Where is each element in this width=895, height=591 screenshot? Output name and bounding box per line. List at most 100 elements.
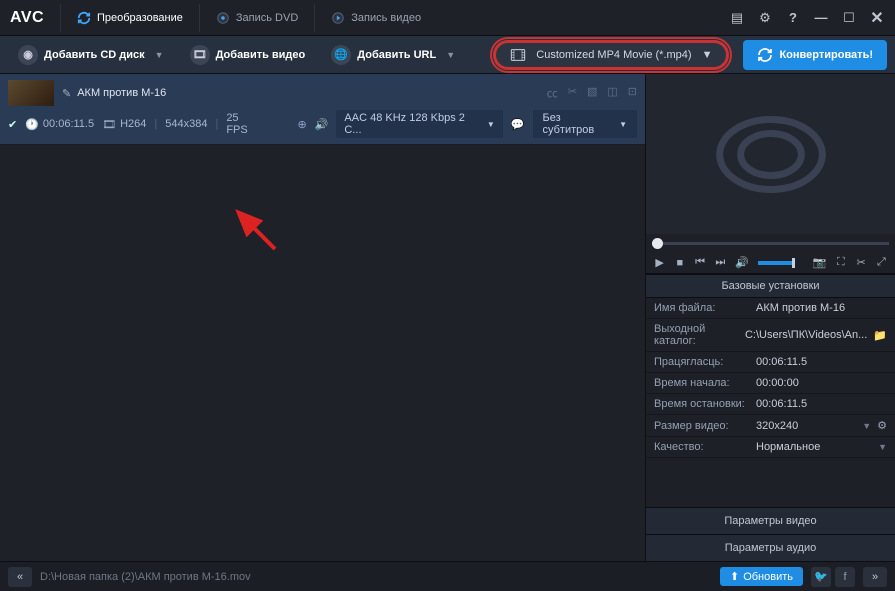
setting-start: Время начала: 00:00:00 <box>646 373 895 394</box>
title-text: АКМ против М-16 <box>77 87 166 99</box>
fullscreen-icon[interactable]: ⛶ <box>835 256 846 269</box>
collapse-left-icon[interactable]: « <box>8 567 32 587</box>
tab-convert[interactable]: Преобразование <box>60 4 199 32</box>
subtitle-label: Без субтитров <box>543 112 614 136</box>
speaker-icon: 🔊 <box>315 118 329 131</box>
play-icon[interactable]: ▶ <box>654 256 665 269</box>
setting-duration: Працягласць: 00:06:11.5 <box>646 352 895 373</box>
minimize-icon[interactable]: — <box>813 10 829 25</box>
seek-knob[interactable] <box>652 238 663 249</box>
sidebar: ▶ ■ ⏮ ⏭ 🔊 📷 ⛶ ✂ ⤢ Базовые установки Имя … <box>645 74 895 561</box>
chat-icon: 💬 <box>511 118 525 131</box>
cut-icon[interactable]: ✂ <box>568 85 577 101</box>
globe-plus-icon: 🌐 <box>331 45 351 65</box>
maximize-icon[interactable]: ☐ <box>841 10 857 26</box>
tab-label: Запись DVD <box>236 12 298 24</box>
help-icon[interactable]: ? <box>785 10 801 25</box>
gear-icon[interactable]: ⚙ <box>757 10 773 26</box>
prev-icon[interactable]: ⏮ <box>694 256 705 269</box>
facebook-icon[interactable]: f <box>835 567 855 587</box>
format-label: Customized MP4 Movie (*.mp4) <box>536 49 691 61</box>
file-item-header: ✎ АКМ против М-16 ㏄ ✂ ▧ ◫ ⊡ <box>8 80 637 106</box>
twitter-icon[interactable]: 🐦 <box>811 567 831 587</box>
play-circle-icon <box>331 11 345 25</box>
crop-icon[interactable]: ◫ <box>607 85 617 101</box>
refresh-icon <box>77 11 91 25</box>
chevron-down-icon[interactable]: ▼ <box>862 421 871 431</box>
subtitle-icon[interactable]: ㏄ <box>547 85 558 101</box>
chevron-down-icon: ▼ <box>619 120 627 129</box>
settings-header: Базовые установки <box>646 274 895 298</box>
snapshot-icon[interactable]: 📷 <box>813 256 827 269</box>
vcodec-pill: 🎞 H264 <box>102 118 146 131</box>
file-title: ✎ АКМ против М-16 <box>62 87 166 100</box>
titlebar: AVC Преобразование Запись DVD Запись вид… <box>0 0 895 36</box>
cut-icon[interactable]: ✂ <box>856 256 867 269</box>
folder-icon[interactable]: 📁 <box>873 329 887 342</box>
tab-label: Запись видео <box>351 12 421 24</box>
output-format-selector[interactable]: Customized MP4 Movie (*.mp4) ▼ <box>493 40 729 70</box>
target-icon[interactable]: ⊕ <box>297 118 306 131</box>
stop-icon[interactable]: ■ <box>674 257 685 269</box>
cd-plus-icon: ◉ <box>18 45 38 65</box>
tab-capture[interactable]: Запись видео <box>314 4 437 32</box>
seek-bar[interactable] <box>646 234 895 252</box>
titlebar-controls: ▤ ⚙ ? — ☐ ✕ <box>729 8 885 28</box>
volume-icon[interactable]: 🔊 <box>735 256 749 269</box>
annotation-arrow <box>230 204 280 254</box>
next-icon[interactable]: ⏭ <box>715 256 726 269</box>
audio-track-selector[interactable]: AAC 48 KHz 128 Kbps 2 C... ▼ <box>336 110 502 138</box>
video-thumbnail <box>8 80 54 106</box>
file-list-panel: ✎ АКМ против М-16 ㏄ ✂ ▧ ◫ ⊡ ✔ 🕐 00:06:11… <box>0 74 645 561</box>
social-buttons: 🐦 f <box>811 567 855 587</box>
volume-slider[interactable] <box>758 261 795 265</box>
chevron-down-icon: ▼ <box>155 50 164 60</box>
tab-dvd[interactable]: Запись DVD <box>199 4 314 32</box>
tab-label: Преобразование <box>97 12 183 24</box>
watermark-icon[interactable]: ⊡ <box>628 85 637 101</box>
app-logo: AVC <box>10 9 60 27</box>
update-button[interactable]: ⬆ Обновить <box>720 567 803 586</box>
setting-stop: Время остановки: 00:06:11.5 <box>646 394 895 415</box>
gear-icon[interactable]: ⚙ <box>877 419 887 432</box>
film-icon <box>510 48 526 62</box>
btn-label: Добавить видео <box>216 49 306 61</box>
add-url-button[interactable]: 🌐 Добавить URL ▼ <box>321 39 465 71</box>
menu-icon[interactable]: ▤ <box>729 10 745 26</box>
toolbar: ◉ Добавить CD диск ▼ 🎞 Добавить видео 🌐 … <box>0 36 895 74</box>
collapse-right-icon[interactable]: » <box>863 567 887 587</box>
convert-icon <box>757 47 773 63</box>
setting-output: Выходной каталог: C:\Users\ПК\Videos\An.… <box>646 319 895 352</box>
fps-pill: 25 FPS <box>226 112 262 136</box>
convert-button[interactable]: Конвертировать! <box>743 40 887 70</box>
chevron-down-icon: ▼ <box>487 120 495 129</box>
file-item-details: ✔ 🕐 00:06:11.5 🎞 H264 | 544x384 | 25 FPS… <box>8 110 637 138</box>
btn-label: Добавить URL <box>357 49 436 61</box>
setting-size: Размер видео: 320x240 ▼ ⚙ <box>646 415 895 437</box>
edit-icon[interactable]: ✎ <box>62 87 71 100</box>
chevron-down-icon: ▼ <box>446 50 455 60</box>
video-plus-icon: 🎞 <box>190 45 210 65</box>
check-icon[interactable]: ✔ <box>8 118 17 131</box>
preview-area <box>646 74 895 234</box>
add-video-button[interactable]: 🎞 Добавить видео <box>180 39 316 71</box>
btn-label: Добавить CD диск <box>44 49 145 61</box>
player-controls: ▶ ■ ⏮ ⏭ 🔊 📷 ⛶ ✂ ⤢ <box>646 252 895 274</box>
subtitle-selector[interactable]: Без субтитров ▼ <box>533 110 638 138</box>
duration-pill: 🕐 00:06:11.5 <box>25 118 94 131</box>
chevron-down-icon[interactable]: ▼ <box>878 442 887 452</box>
arrow-up-icon: ⬆ <box>730 570 739 583</box>
expand-icon[interactable]: ⤢ <box>876 256 887 269</box>
file-item-tools: ㏄ ✂ ▧ ◫ ⊡ <box>547 85 637 101</box>
video-params-button[interactable]: Параметры видео <box>646 507 895 534</box>
add-cd-button[interactable]: ◉ Добавить CD диск ▼ <box>8 39 174 71</box>
close-icon[interactable]: ✕ <box>869 8 885 28</box>
audio-params-button[interactable]: Параметры аудио <box>646 534 895 561</box>
effects-icon[interactable]: ▧ <box>587 85 597 101</box>
status-path: D:\Новая папка (2)\АКМ против М-16.mov <box>40 571 251 583</box>
file-item[interactable]: ✎ АКМ против М-16 ㏄ ✂ ▧ ◫ ⊡ ✔ 🕐 00:06:11… <box>0 74 645 145</box>
statusbar: « D:\Новая папка (2)\АКМ против М-16.mov… <box>0 561 895 591</box>
main: ✎ АКМ против М-16 ㏄ ✂ ▧ ◫ ⊡ ✔ 🕐 00:06:11… <box>0 74 895 561</box>
audio-label: AAC 48 KHz 128 Kbps 2 C... <box>344 112 480 136</box>
chevron-down-icon: ▼ <box>702 49 713 61</box>
